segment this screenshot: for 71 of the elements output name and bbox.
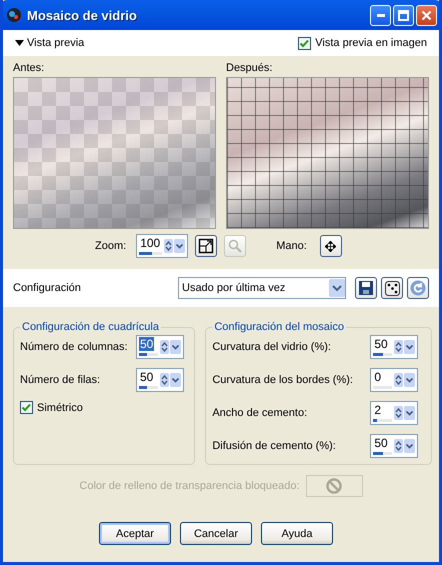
dialog-button[interactable]: Cancelar — [180, 522, 252, 545]
dice-icon — [384, 280, 400, 296]
field-label: Difusión de cemento (%): — [212, 440, 337, 452]
magnifier-icon — [228, 239, 242, 253]
spin-arrows-icon[interactable] — [394, 340, 404, 354]
dropdown-caret-icon[interactable] — [170, 373, 181, 387]
spin-arrows-icon[interactable] — [394, 406, 404, 420]
preset-dropdown[interactable]: Usado por última vez — [178, 277, 346, 299]
spin-arrows-icon[interactable] — [160, 340, 169, 354]
fill-color-label: Color de relleno de transparencia bloqueado: — [79, 480, 300, 492]
save-button[interactable] — [355, 277, 377, 299]
pan-button[interactable] — [320, 235, 342, 257]
checkbox[interactable] — [20, 401, 33, 414]
spin-field[interactable]: 0 — [370, 368, 418, 392]
app-icon — [6, 7, 22, 23]
settings-label: Configuración — [13, 282, 81, 294]
group-title: Configuración de cuadrícula — [21, 321, 160, 333]
field-value: 50 — [373, 436, 389, 450]
spin-arrows-icon[interactable] — [164, 239, 174, 253]
randomize-button[interactable] — [381, 277, 403, 299]
color-swatch[interactable] — [306, 475, 363, 497]
checkbox-label: Vista previa en imagen — [315, 37, 427, 49]
spin-arrows-icon[interactable] — [160, 373, 169, 387]
spin-arrows-icon[interactable] — [394, 439, 404, 453]
field-value: 50 — [373, 337, 389, 351]
dialog-button[interactable]: Aceptar — [99, 522, 171, 545]
field-label: Curvatura de los bordes (%): — [212, 374, 354, 386]
spin-field[interactable]: 50 — [136, 368, 184, 392]
field-label: Ancho de cemento: — [212, 407, 308, 419]
no-symbol-icon — [326, 478, 342, 494]
close-icon — [421, 10, 432, 20]
dropdown-caret-icon[interactable] — [404, 340, 416, 354]
preview-toggle[interactable]: Vista previa — [15, 37, 84, 49]
minimize-button[interactable] — [370, 4, 391, 26]
spin-field[interactable]: 50 — [136, 335, 184, 359]
dialog-button[interactable]: Ayuda — [261, 522, 333, 545]
spin-field[interactable]: 100 — [136, 234, 188, 258]
dropdown-caret-icon[interactable] — [404, 373, 416, 387]
field-label: Número de filas: — [20, 374, 102, 386]
hand-label: Mano: — [276, 240, 307, 252]
maximize-button[interactable] — [393, 4, 414, 26]
field-value: 50 — [139, 370, 154, 384]
field-label: Número de columnas: — [20, 341, 129, 353]
checkbox[interactable] — [298, 36, 312, 50]
spin-field[interactable]: 2 — [370, 401, 418, 425]
fit-window-icon — [198, 238, 214, 254]
after-label: Después: — [226, 62, 272, 74]
dropdown-caret-icon[interactable] — [404, 439, 416, 453]
group-title: Configuración del mosaico — [213, 321, 345, 333]
spin-field[interactable]: 50 — [370, 335, 418, 359]
checkbox-label: Simétrico — [37, 402, 83, 414]
window-title: Mosaico de vidrio — [27, 8, 138, 22]
minimize-icon — [376, 14, 384, 16]
dropdown-caret-icon[interactable] — [174, 239, 186, 253]
dropdown-caret-icon[interactable] — [170, 340, 181, 354]
caret-icon — [15, 40, 24, 46]
dropdown-caret-icon[interactable] — [404, 406, 416, 420]
zoom-label: Zoom: — [95, 240, 126, 252]
spin-arrows-icon[interactable] — [394, 373, 404, 387]
close-button[interactable] — [416, 4, 437, 26]
field-value: 2 — [373, 403, 382, 417]
field-label: Curvatura del vidrio (%): — [212, 341, 332, 353]
dropdown-caret-icon — [329, 279, 345, 297]
before-label: Antes: — [13, 62, 44, 74]
field-value: 0 — [373, 370, 382, 384]
maximize-icon — [398, 10, 409, 20]
field-value: 50 — [139, 337, 154, 351]
fit-window-button[interactable] — [195, 235, 218, 257]
reset-button[interactable] — [407, 277, 429, 299]
spin-field[interactable]: 50 — [370, 434, 418, 458]
field-value: 100 — [139, 236, 162, 250]
